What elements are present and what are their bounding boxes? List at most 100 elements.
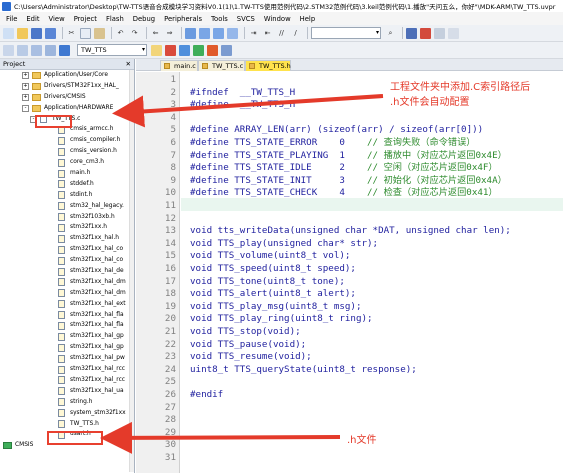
tree-item[interactable]: string.h <box>0 397 130 408</box>
uncomment-icon[interactable]: / <box>290 28 301 39</box>
menu-window[interactable]: Window <box>264 15 291 23</box>
tree-item[interactable]: + Application/User/Core <box>0 70 130 81</box>
menu-edit[interactable]: Edit <box>26 15 39 23</box>
manage-project-icon[interactable] <box>179 44 190 56</box>
tree-item[interactable]: stm32f1xx_hal_gp <box>0 342 130 353</box>
expand-icon[interactable]: + <box>22 72 29 79</box>
tree-item[interactable]: stm32f1xx_hal.h <box>0 233 130 244</box>
code-line[interactable]: #define ARRAY_LEN(arr) (sizeof(arr) / si… <box>190 124 562 137</box>
collapse-icon[interactable]: - <box>22 104 29 112</box>
indent-icon[interactable]: ⇥ <box>248 28 259 39</box>
expand-icon[interactable]: + <box>22 82 29 90</box>
menu-peripherals[interactable]: Peripherals <box>164 15 202 23</box>
manage-components-icon[interactable] <box>165 44 176 56</box>
code-line[interactable]: void TTS_volume(uint8_t vol); <box>190 250 562 263</box>
undo-icon[interactable]: ↶ <box>115 28 126 39</box>
next-bookmark-icon[interactable] <box>213 27 224 39</box>
code-line[interactable]: #define TTS_STATE_INIT 3 // 初始化（对应芯片返回0x… <box>190 175 562 188</box>
tab-main-c[interactable]: main.c <box>160 60 198 71</box>
tree-item[interactable]: stm32f1xx_hal_fla <box>0 310 130 321</box>
nav-back-icon[interactable]: ⇐ <box>150 28 161 39</box>
project-scrollbar[interactable] <box>129 70 134 472</box>
code-line[interactable]: void TTS_play(unsigned char* str); <box>190 238 562 251</box>
tree-item[interactable]: + Drivers/STM32F1xx_HAL_ <box>0 81 130 92</box>
code-line[interactable]: void TTS_pause(void); <box>190 339 562 352</box>
code-line[interactable]: #define TTS_STATE_PLAYING 1 // 播放中（对应芯片返… <box>190 150 562 163</box>
tree-item[interactable]: core_cm3.h <box>0 157 130 168</box>
code-line[interactable] <box>190 414 562 427</box>
code-line[interactable] <box>190 213 562 226</box>
code-line[interactable]: void TTS_play_msg(uint8_t msg); <box>190 301 562 314</box>
download-icon[interactable] <box>59 44 70 56</box>
code-line[interactable] <box>190 376 562 389</box>
code-line[interactable]: void TTS_alert(uint8_t alert); <box>190 288 562 301</box>
code-line[interactable]: #define TTS_STATE_IDLE 2 // 空闲（对应芯片返回0x4… <box>190 162 562 175</box>
menu-help[interactable]: Help <box>300 15 316 23</box>
tree-item[interactable]: system_stm32f1xx <box>0 408 130 419</box>
code-editor[interactable]: 1 2 3 4 5 6 7 8 9 10 11 12 13 14 15 16 17 18 19 20 21 22 23 24 2… <box>136 72 563 473</box>
rebuild-icon[interactable] <box>31 44 42 56</box>
menu-svcs[interactable]: SVCS <box>237 15 255 23</box>
save-icon[interactable] <box>31 27 42 39</box>
tree-item[interactable]: stm32f1xx_hal_co <box>0 244 130 255</box>
comment-icon[interactable]: // <box>276 28 287 39</box>
expand-icon[interactable]: + <box>22 93 29 101</box>
code-line[interactable]: void tts_writeData(unsigned char *DAT, u… <box>190 225 562 238</box>
find-combo[interactable]: ▾ <box>311 27 381 39</box>
tree-item[interactable]: TW_TTS.h <box>0 419 130 430</box>
menu-file[interactable]: File <box>6 15 17 23</box>
code-line[interactable] <box>190 200 562 213</box>
tab-tw-tts-c[interactable]: TW_TTS.c <box>198 60 245 71</box>
nav-forward-icon[interactable]: ⇒ <box>164 28 175 39</box>
tree-item[interactable]: stm32f1xx_hal_ua <box>0 386 130 397</box>
code-line[interactable]: uint8_t TTS_queryState(uint8_t response)… <box>190 364 562 377</box>
tree-item[interactable]: stm32f103xb.h <box>0 212 130 223</box>
code-line[interactable]: #define TTS_STATE_CHECK 4 // 检查（对应芯片返回0x… <box>190 187 562 200</box>
code-line[interactable]: void TTS_play_ring(uint8_t ring); <box>190 313 562 326</box>
tree-item[interactable]: stm32f1xx_hal_dm <box>0 288 130 299</box>
unindent-icon[interactable]: ⇤ <box>262 28 273 39</box>
debug-start-icon[interactable] <box>406 27 417 39</box>
tree-item[interactable]: stm32f1xx_hal_rcc <box>0 375 130 386</box>
breakpoint-icon[interactable] <box>420 27 431 39</box>
code-line[interactable] <box>190 112 562 125</box>
code-line[interactable]: void TTS_tone(uint8_t tone); <box>190 276 562 289</box>
save-all-icon[interactable] <box>45 27 56 39</box>
build-icon[interactable] <box>17 44 28 56</box>
tree-item[interactable]: cmsis_version.h <box>0 146 130 157</box>
code-line[interactable] <box>190 402 562 415</box>
prev-bookmark-icon[interactable] <box>199 27 210 39</box>
clear-bookmarks-icon[interactable] <box>227 27 238 39</box>
pack-installer-icon[interactable] <box>207 44 218 56</box>
new-file-icon[interactable] <box>3 27 14 39</box>
panel-close-icon[interactable]: ✕ <box>126 59 131 70</box>
code-line[interactable]: #endif <box>190 389 562 402</box>
tree-item[interactable]: stm32f1xx_hal_de <box>0 266 130 277</box>
open-folder-icon[interactable] <box>17 27 28 39</box>
config-icon[interactable] <box>448 27 459 39</box>
tree-item[interactable]: stdint.h <box>0 190 130 201</box>
translate-icon[interactable] <box>3 44 14 56</box>
tree-item[interactable]: + Drivers/CMSIS <box>0 92 130 103</box>
code-line[interactable]: void TTS_stop(void); <box>190 326 562 339</box>
batch-build-icon[interactable] <box>45 44 56 56</box>
tree-item[interactable]: - Application/HARDWARE <box>0 103 130 114</box>
bookmark-icon[interactable] <box>185 27 196 39</box>
code-line[interactable] <box>190 452 562 465</box>
menu-flash[interactable]: Flash <box>106 15 124 23</box>
tree-item[interactable]: cmsis_compiler.h <box>0 135 130 146</box>
target-select[interactable]: TW_TTS ▾ <box>77 44 147 56</box>
code-line[interactable]: void TTS_resume(void); <box>190 351 562 364</box>
menu-debug[interactable]: Debug <box>133 15 155 23</box>
rte-icon[interactable] <box>193 44 204 56</box>
tree-item[interactable]: stm32f1xx_hal_rcc <box>0 364 130 375</box>
tree-item[interactable]: stddef.h <box>0 179 130 190</box>
redo-icon[interactable]: ↷ <box>129 28 140 39</box>
find-icon[interactable]: ⌕ <box>385 28 396 39</box>
env-icon[interactable] <box>221 44 232 56</box>
tree-item[interactable]: main.h <box>0 168 130 179</box>
tree-item[interactable]: stm32f1xx.h <box>0 222 130 233</box>
target-options-icon[interactable] <box>151 44 162 56</box>
tree-item[interactable]: stm32_hal_legacy. <box>0 201 130 212</box>
tree-item[interactable]: stm32f1xx_hal_co <box>0 255 130 266</box>
